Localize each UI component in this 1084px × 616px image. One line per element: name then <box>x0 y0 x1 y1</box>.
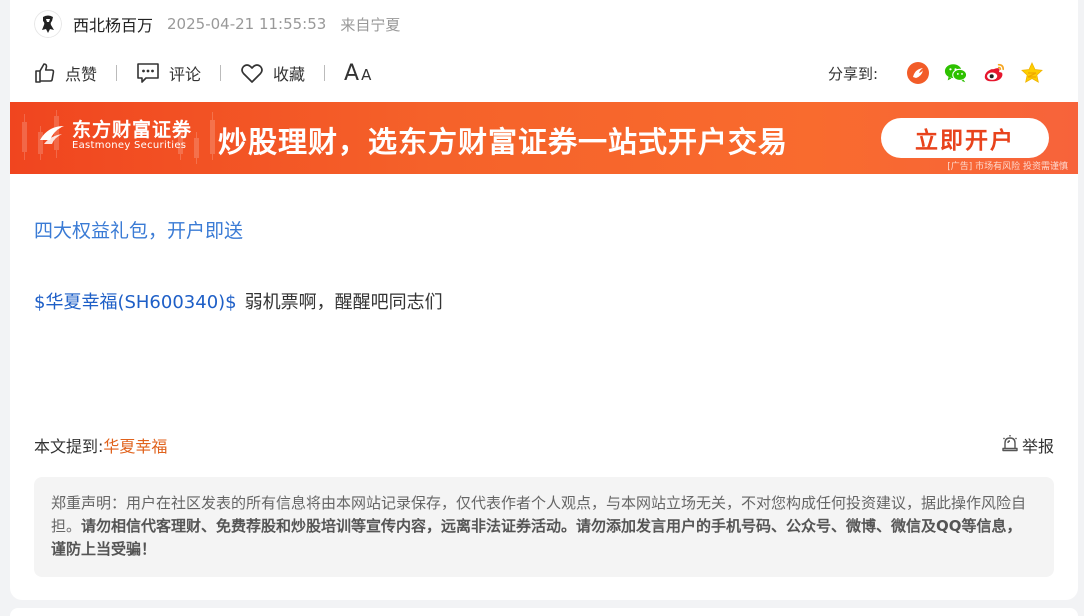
author-row: 西北杨百万 2025-04-21 11:55:53 来自宁夏 <box>34 10 400 38</box>
action-bar: 点赞 评论 收藏 A A <box>34 58 371 88</box>
comment-button[interactable]: 评论 <box>136 61 201 85</box>
like-button[interactable]: 点赞 <box>34 61 97 85</box>
eastmoney-logo-icon <box>38 122 66 150</box>
post-card: 西北杨百万 2025-04-21 11:55:53 来自宁夏 点赞 评论 收藏 … <box>10 0 1078 600</box>
report-button[interactable]: 举报 <box>1001 433 1054 457</box>
logo-cn-text: 东方财富证券 <box>72 119 193 141</box>
weibo-icon[interactable] <box>982 61 1006 85</box>
divider <box>324 65 326 81</box>
comment-icon <box>136 62 160 84</box>
like-label: 点赞 <box>65 65 98 84</box>
qzone-star-icon[interactable] <box>1020 61 1044 85</box>
report-label: 举报 <box>1021 437 1054 456</box>
alarm-icon <box>1001 434 1019 456</box>
comment-label: 评论 <box>169 65 202 84</box>
post-body: $华夏幸福(SH600340)$ 弱机票啊，醒醒吧同志们 <box>34 288 443 314</box>
ad-disclaimer: [广告] 市场有风险 投资需谨慎 <box>947 162 1068 172</box>
mentioned-stocks: 本文提到:华夏幸福 <box>34 433 167 457</box>
promo-link[interactable]: 四大权益礼包，开户即送 <box>34 216 243 243</box>
mentions-label: 本文提到: <box>34 437 104 456</box>
favorite-button[interactable]: 收藏 <box>240 61 305 85</box>
post-timestamp: 2025-04-21 11:55:53 <box>167 15 327 33</box>
divider <box>116 65 118 81</box>
open-account-button[interactable]: 立即开户 <box>881 118 1049 158</box>
heart-icon <box>240 62 264 84</box>
author-name[interactable]: 西北杨百万 <box>73 12 153 36</box>
stock-tag-link[interactable]: $华夏幸福(SH600340)$ <box>34 292 237 313</box>
thumbs-up-icon <box>34 62 56 84</box>
font-size-button[interactable]: A A <box>344 61 371 86</box>
ad-banner[interactable]: 东方财富证券 Eastmoney Securities 炒股理财，选东方财富证券… <box>10 102 1078 174</box>
favorite-label: 收藏 <box>273 65 306 84</box>
font-size-small-label: A <box>361 65 372 84</box>
post-text: 弱机票啊，醒醒吧同志们 <box>244 292 443 313</box>
wechat-icon[interactable] <box>944 61 968 85</box>
avatar[interactable] <box>34 10 62 38</box>
eastmoney-logo: 东方财富证券 Eastmoney Securities <box>38 120 192 152</box>
share-bar: 分享到: <box>828 58 1044 88</box>
banner-headline: 炒股理财，选东方财富证券一站式开户交易 <box>218 125 789 159</box>
disclaimer-box: 郑重声明：用户在社区发表的所有信息将由本网站记录保存，仅代表作者个人观点，与本网… <box>34 477 1054 577</box>
mentioned-stock-link[interactable]: 华夏幸福 <box>103 437 167 456</box>
share-label: 分享到: <box>827 64 878 83</box>
post-location: 来自宁夏 <box>340 15 401 34</box>
divider <box>220 65 222 81</box>
xueqiu-share-icon[interactable] <box>906 61 930 85</box>
logo-en-text: Eastmoney Securities <box>72 140 187 151</box>
next-card-edge <box>10 608 1078 616</box>
font-size-large-label: A <box>344 60 360 86</box>
disclaimer-warning: 请勿相信代客理财、免费荐股和炒股培训等宣传内容，远离非法证券活动。请勿添加发言用… <box>51 517 1022 558</box>
